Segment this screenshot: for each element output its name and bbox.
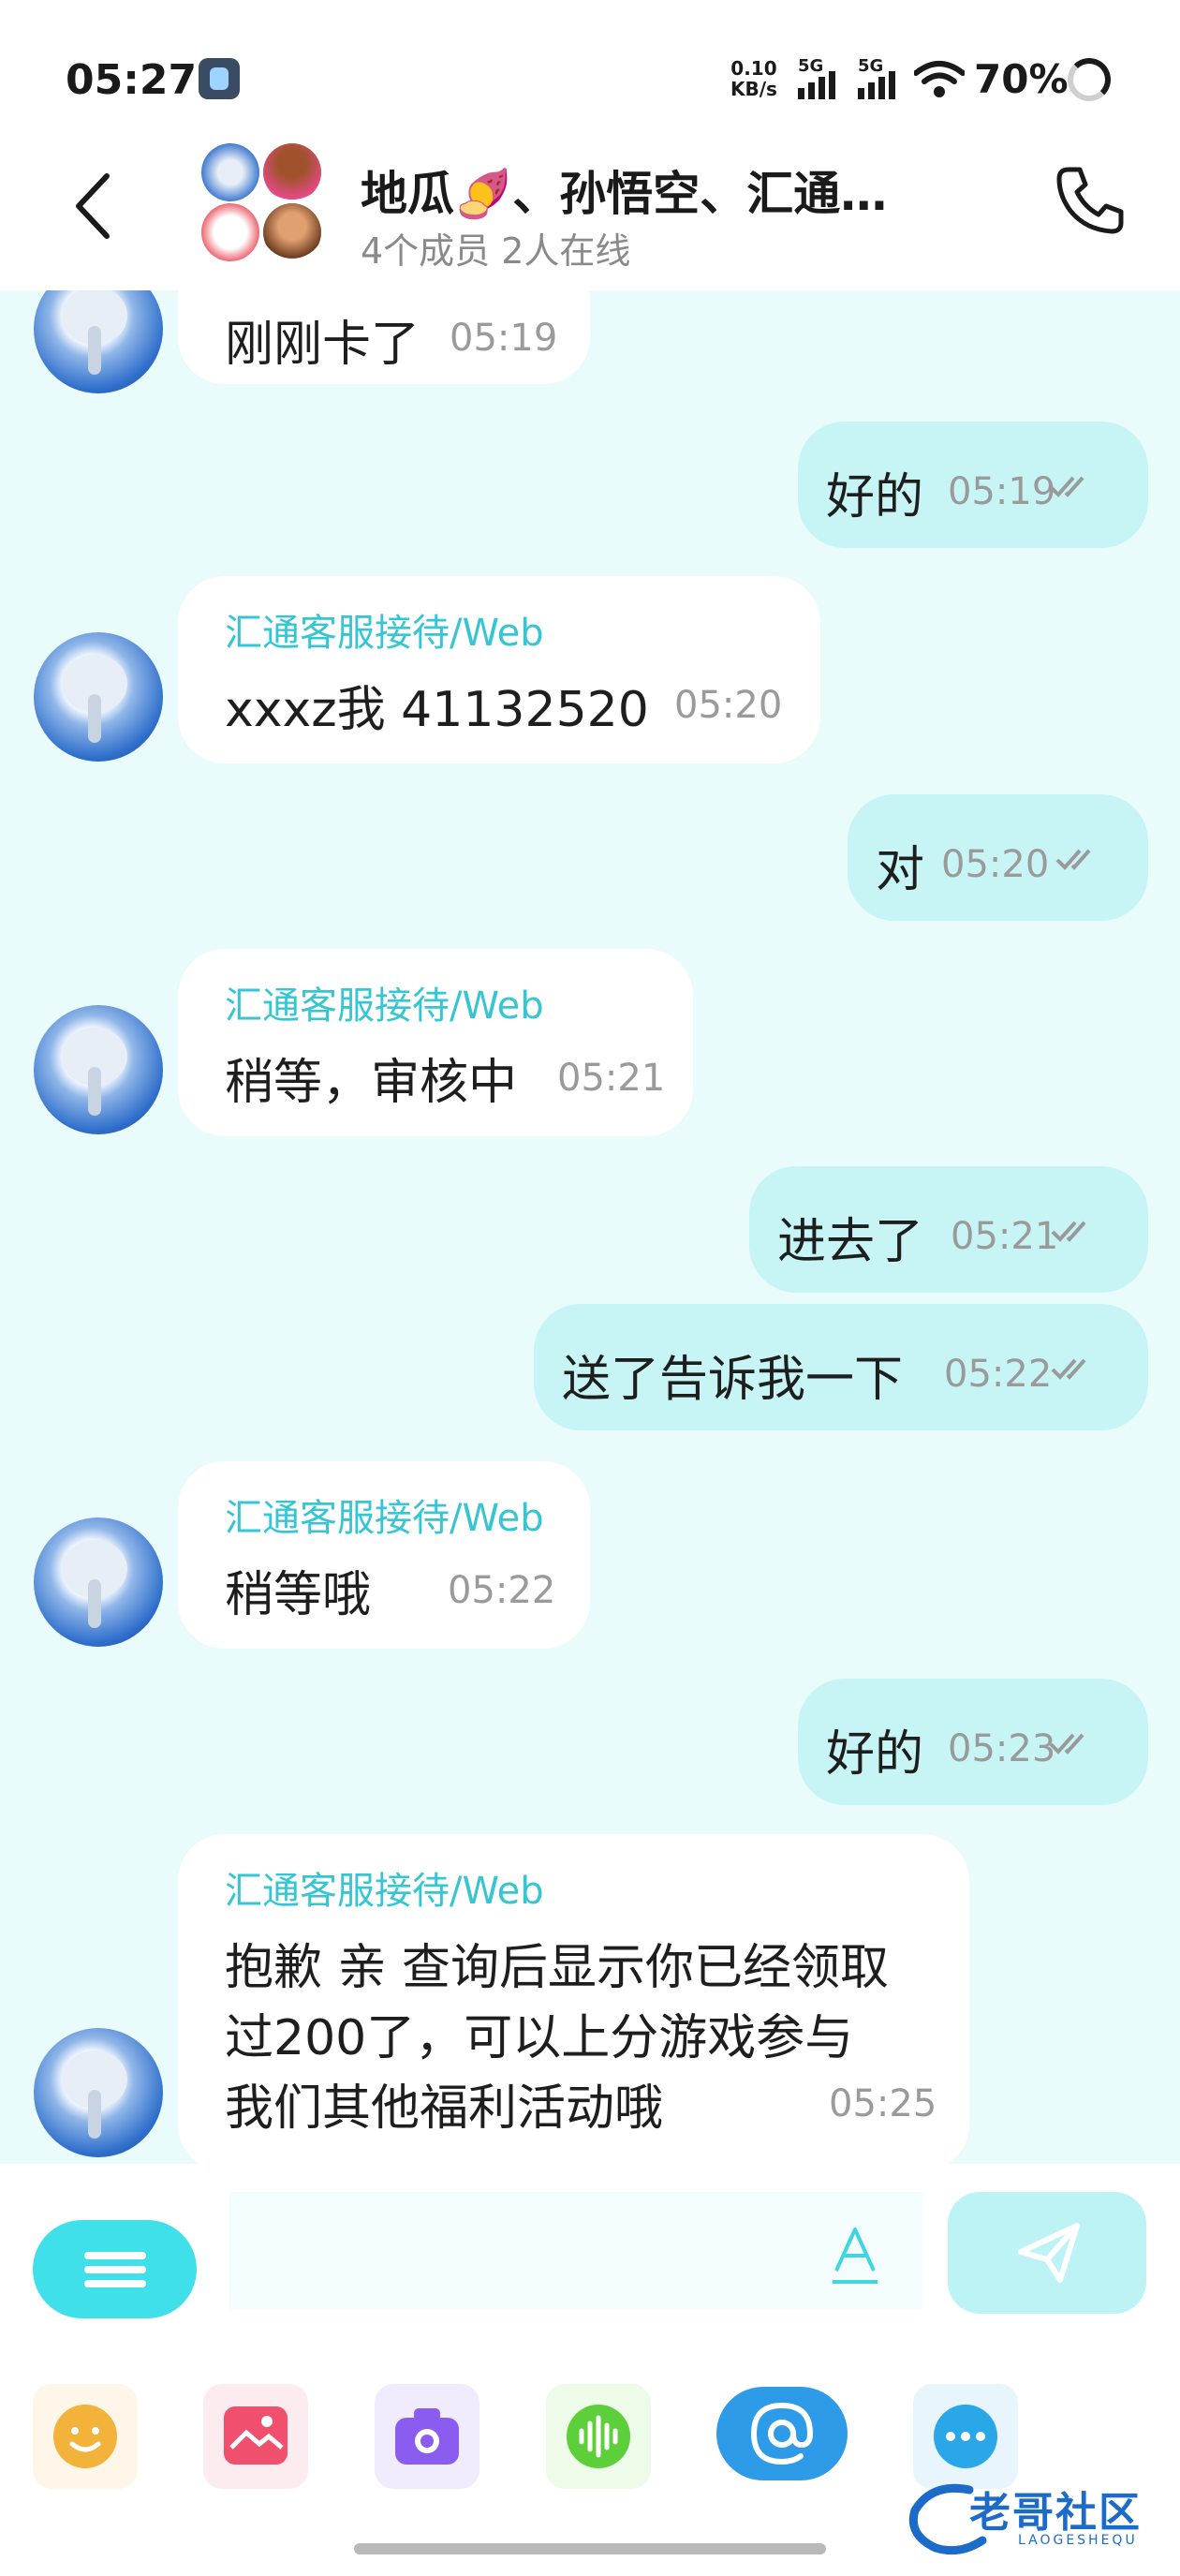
message-text: xxxz我 41132520 [225,682,649,738]
network-speed-value: 0.10 [730,57,777,80]
message-bubble-incoming[interactable]: 汇通客服接待/Web 抱歉 亲 查询后显示你已经领取 过200了，可以上分游戏参… [178,1834,969,2164]
message-text: 稍等哦 [225,1567,372,1623]
message-time: 05:23 [948,1727,1056,1770]
wifi-icon [914,61,965,97]
message-time: 05:20 [674,684,783,727]
back-icon[interactable] [66,169,122,244]
sender-name: 汇通客服接待/Web [225,612,544,655]
voice-button[interactable] [546,2384,651,2489]
battery-icon [1068,58,1111,101]
message-text: 刚刚卡了 [225,317,420,373]
message-bubble-incoming[interactable]: 汇通客服接待/Web xxxz我 41132520 05:20 [178,576,820,763]
sender-name: 汇通客服接待/Web [225,1497,544,1540]
member-avatar [201,203,259,261]
message-text: 送了告诉我一下 [562,1352,904,1408]
send-button[interactable] [948,2192,1146,2314]
send-icon [1018,2223,1080,2283]
status-time: 05:27 [66,56,198,104]
sender-name: 汇通客服接待/Web [225,1870,544,1913]
message-time: 05:19 [948,470,1056,513]
read-receipt-icon [1055,849,1091,870]
image-icon [224,2406,288,2465]
watermark-text: 老哥社区 [969,2489,1142,2537]
message-time: 05:20 [941,843,1050,886]
message-bubble-incoming[interactable]: 刚刚卡了 05:19 [178,290,590,384]
menu-button[interactable] [33,2220,197,2318]
message-time: 05:22 [448,1569,556,1612]
camera-button[interactable] [375,2384,479,2489]
signal-icon: 5G [798,56,854,103]
status-bar: 05:27 0.10 KB/s 5G 5G 70% [0,0,1180,150]
message-text: 进去了 [777,1214,924,1270]
message-bubble-outgoing[interactable]: 对 05:20 [848,794,1148,921]
at-mention-button[interactable] [716,2387,848,2480]
read-receipt-icon [1049,476,1084,497]
message-bubble-outgoing[interactable]: 好的 05:19 [798,422,1148,548]
message-bubble-outgoing[interactable]: 好的 05:23 [798,1679,1148,1805]
message-time: 05:22 [944,1353,1053,1396]
emoji-button[interactable] [33,2384,138,2489]
emoji-icon [53,2405,117,2468]
home-indicator[interactable] [354,2543,826,2554]
voice-icon [567,2405,630,2468]
message-bubble-outgoing[interactable]: 进去了 05:21 [749,1166,1148,1293]
message-bubble-outgoing[interactable]: 送了告诉我一下 05:22 [534,1304,1148,1430]
agent-avatar[interactable] [34,1005,163,1134]
member-avatar [201,143,259,201]
network-speed-unit: KB/s [730,78,777,100]
message-bubble-incoming[interactable]: 汇通客服接待/Web 稍等，审核中 05:21 [178,949,693,1136]
read-receipt-icon [1051,1221,1086,1242]
member-avatar [263,143,321,201]
app-notification-icon [199,58,240,99]
network-speed: 0.10 KB/s [730,58,777,99]
battery-level: 70% [974,56,1069,102]
message-text-line: 过200了，可以上分游戏参与 [225,2010,854,2066]
image-button[interactable] [203,2384,308,2489]
chat-header: 地瓜🍠、孙悟空、汇通… 4个成员 2人在线 [0,136,1180,290]
message-time: 05:21 [557,1057,666,1100]
watermark-subtext: LAOGESHEQU [1018,2533,1138,2548]
more-icon [934,2405,997,2468]
member-avatar [263,203,321,261]
message-text: 对 [876,842,925,898]
read-receipt-icon [1049,1733,1084,1754]
group-avatar[interactable] [201,136,323,261]
message-bubble-incoming[interactable]: 汇通客服接待/Web 稍等哦 05:22 [178,1461,590,1649]
message-input[interactable] [229,2192,922,2309]
signal-icon-2: 5G [858,56,914,103]
agent-avatar[interactable] [34,2028,163,2157]
agent-avatar[interactable] [34,290,163,393]
chat-title[interactable]: 地瓜🍠、孙悟空、汇通… [361,156,887,224]
message-text: 稍等，审核中 [225,1055,518,1111]
camera-icon [395,2408,459,2465]
message-text-line: 抱歉 亲 查询后显示你已经领取 [225,1940,890,1996]
agent-avatar[interactable] [34,632,163,762]
message-text-line: 我们其他福利活动哦 [225,2080,664,2137]
message-time: 05:25 [829,2082,937,2125]
message-text: 好的 [826,1726,924,1783]
watermark-logo: 老哥社区 LAOGESHEQU [904,2469,1171,2563]
at-mention-icon [750,2402,814,2465]
message-time: 05:19 [450,317,558,360]
phone-call-icon[interactable] [1054,164,1127,237]
agent-avatar[interactable] [34,1517,163,1647]
message-list[interactable]: 刚刚卡了 05:19 好的 05:19 汇通客服接待/Web xxxz我 411… [0,290,1180,2164]
text-format-icon[interactable] [829,2222,881,2287]
member-count: 4个成员 2人在线 [361,230,631,272]
message-time: 05:21 [951,1215,1059,1258]
message-text: 好的 [826,469,924,526]
read-receipt-icon [1051,1358,1086,1380]
sender-name: 汇通客服接待/Web [225,985,544,1028]
